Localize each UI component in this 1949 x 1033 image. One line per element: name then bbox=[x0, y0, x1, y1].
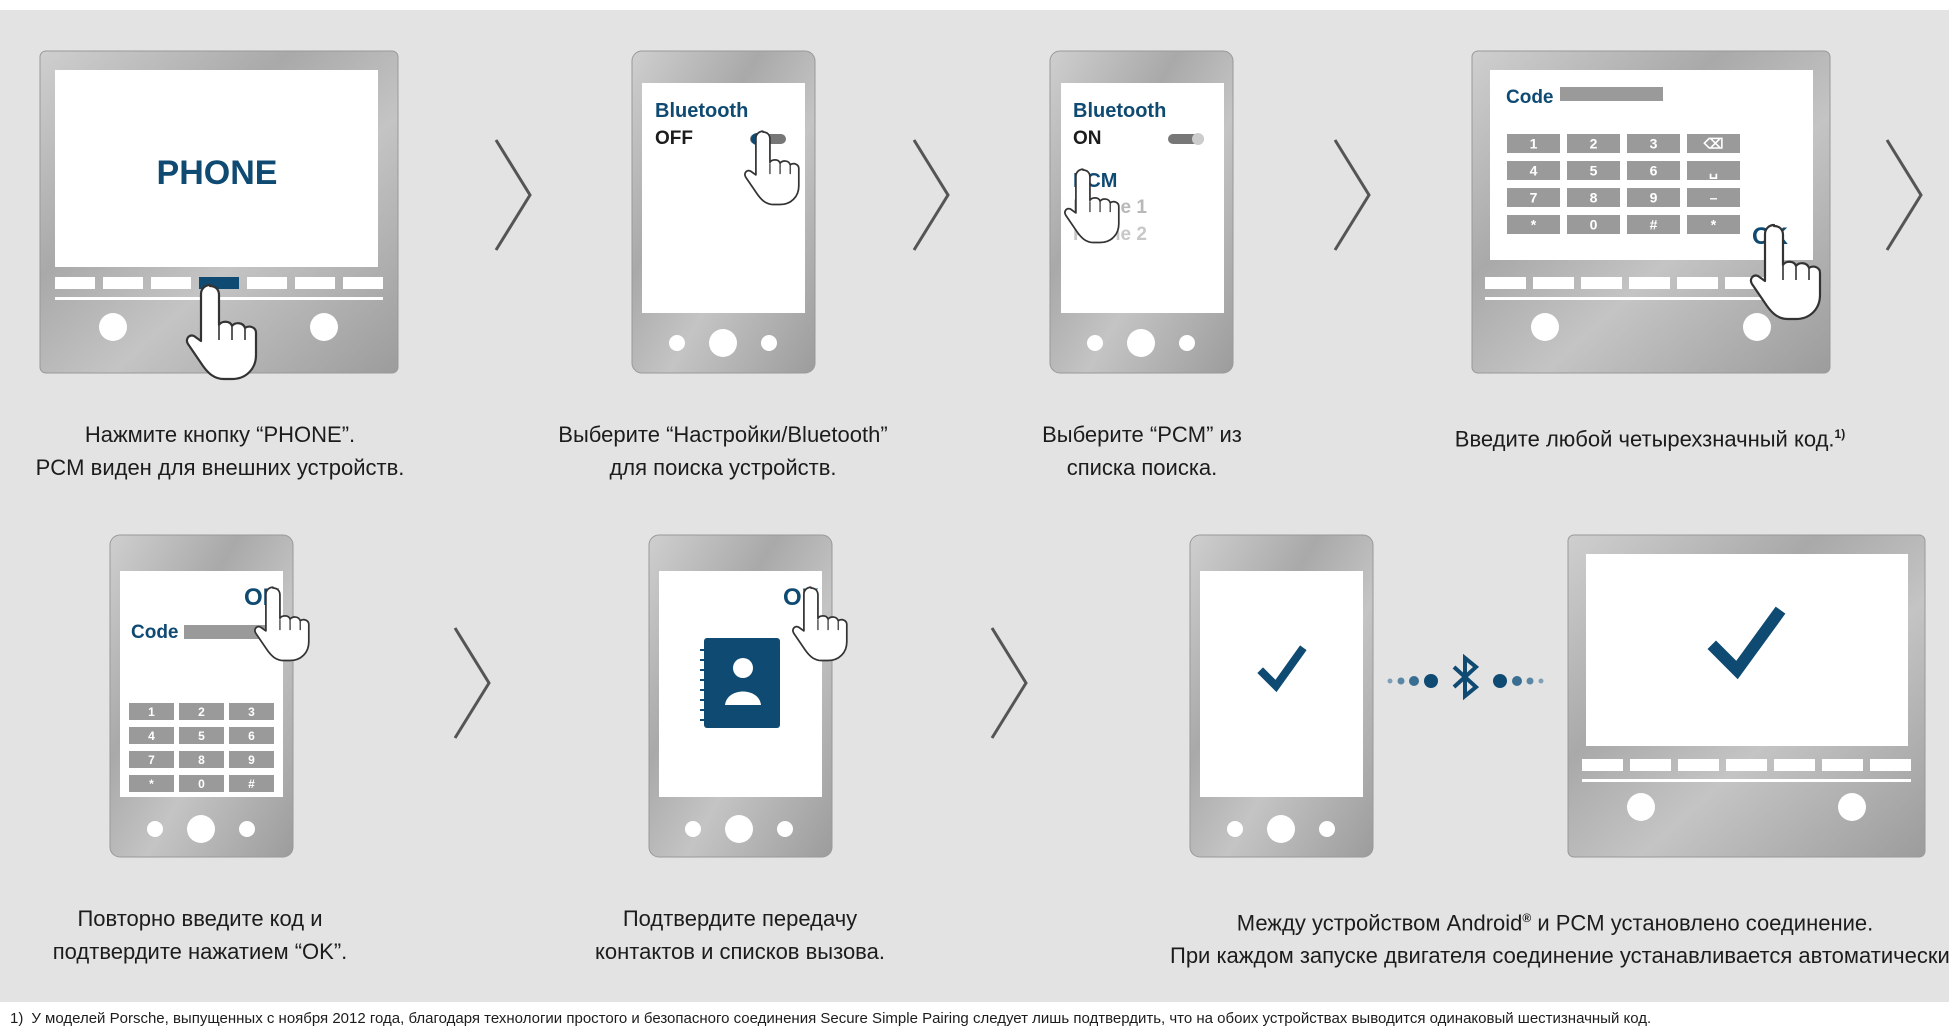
keypad-key-label: 8 bbox=[1590, 190, 1598, 206]
chevron-right-icon bbox=[494, 138, 532, 252]
caption-line: Между устройством Android bbox=[1236, 910, 1523, 936]
step1-pcm-unit: PHONE bbox=[39, 50, 399, 381]
footnote-ref: 1) bbox=[1834, 427, 1846, 441]
footnote-text: У моделей Porsche, выпущенных с ноября 2… bbox=[31, 1010, 1652, 1027]
keypad-key-label: 2 bbox=[198, 705, 205, 719]
chevron-right-icon bbox=[990, 626, 1028, 740]
keypad-key-label: 4 bbox=[148, 729, 155, 743]
step1-screen-title: PHONE bbox=[157, 154, 278, 192]
caption-line: Выберите “PCM” из bbox=[1042, 422, 1242, 447]
keypad-key-label: * bbox=[1531, 217, 1537, 233]
keypad-key-label: 6 bbox=[1650, 163, 1658, 179]
contacts-book-icon bbox=[700, 638, 780, 728]
step4-pcm-unit: Code 123⌫456␣789–*0#* OK bbox=[1471, 50, 1831, 374]
chevron-right-icon bbox=[1333, 138, 1371, 252]
caption-line: Повторно введите код и bbox=[77, 906, 323, 931]
keypad-key-label: 4 bbox=[1530, 163, 1538, 179]
step7-caption: Между устройством Android® и PCM установ… bbox=[1170, 902, 1949, 972]
keypad-key-label: 6 bbox=[248, 729, 255, 743]
caption-line: При каждом запуске двигателя соединение … bbox=[1170, 943, 1949, 969]
bluetooth-connection bbox=[1387, 653, 1544, 701]
keypad-key-label: ⌫ bbox=[1703, 136, 1724, 152]
caption-line: для поиска устройств. bbox=[609, 455, 837, 480]
caption-line: PCM виден для внешних устройств. bbox=[35, 455, 405, 480]
step6-smartphone: OK bbox=[648, 534, 848, 858]
step4-code-field bbox=[1560, 87, 1663, 101]
keypad-key-label: 7 bbox=[1530, 190, 1538, 206]
keypad-key-label: 1 bbox=[1530, 136, 1538, 152]
caption-line: Нажмите кнопку “PHONE”. bbox=[84, 422, 356, 447]
keypad-key-label: 9 bbox=[1650, 190, 1658, 206]
step2-caption: Выберите “Настройки/Bluetooth” для поиск… bbox=[523, 418, 923, 484]
caption-line: подтвердите нажатием “OK”. bbox=[52, 939, 348, 964]
keypad-key-label: 2 bbox=[1590, 136, 1598, 152]
step7-smartphone bbox=[1189, 534, 1374, 858]
keypad-key-label: 9 bbox=[248, 753, 255, 767]
step3-caption: Выберите “PCM” из списка поиска. bbox=[992, 418, 1292, 484]
keypad-key-label: 3 bbox=[1650, 136, 1658, 152]
keypad-key-label: * bbox=[1711, 217, 1717, 233]
chevron-right-icon bbox=[1885, 138, 1923, 252]
keypad-key-label: 8 bbox=[198, 753, 205, 767]
caption-line: Введите любой четырехзначный код. bbox=[1454, 426, 1835, 452]
keypad-key-label: 0 bbox=[1590, 217, 1598, 233]
step2-bluetooth-label: Bluetooth bbox=[655, 100, 748, 122]
step5-code-label: Code bbox=[131, 622, 179, 643]
step5-caption: Повторно введите код и подтвердите нажат… bbox=[20, 902, 380, 968]
keypad-key-label: 5 bbox=[198, 729, 205, 743]
keypad-key-label: 0 bbox=[198, 777, 205, 791]
step2-smartphone: Bluetooth OFF bbox=[631, 50, 816, 374]
keypad-key-label: 5 bbox=[1590, 163, 1598, 179]
keypad-key-label: – bbox=[1710, 190, 1718, 206]
diagram-artwork: PHONE Bluetooth OFF Bluetooth ON PCM 1 2… bbox=[39, 50, 1926, 858]
chevron-right-icon bbox=[912, 138, 950, 252]
chevron-right-icon bbox=[453, 626, 491, 740]
step5-smartphone: OK Code 1 2 34 5 67 8 9* 0 # bbox=[109, 534, 310, 858]
caption-line: контактов и списков вызова. bbox=[595, 939, 885, 964]
keypad-key-label: # bbox=[248, 777, 255, 791]
caption-line: Выберите “Настройки/Bluetooth” bbox=[558, 422, 888, 447]
bluetooth-icon bbox=[1452, 653, 1480, 701]
right-knob bbox=[310, 313, 338, 341]
step7-pcm-unit bbox=[1567, 534, 1926, 858]
caption-line: и PCM установлено соединение. bbox=[1531, 910, 1874, 936]
step3-bluetooth-label: Bluetooth bbox=[1073, 100, 1166, 122]
footnote: 1) У моделей Porsche, выпущенных с ноября… bbox=[10, 1010, 1940, 1027]
step1-caption: Нажмите кнопку “PHONE”. PCM виден для вн… bbox=[20, 418, 420, 484]
step3-on-label: ON bbox=[1073, 128, 1102, 149]
step3-smartphone: Bluetooth ON PCM Phone 1 Phone 2 bbox=[1049, 50, 1234, 374]
step2-off-label: OFF bbox=[655, 128, 693, 149]
footnote-marker: 1) bbox=[10, 1010, 24, 1027]
step6-caption: Подтвердите передачу контактов и списков… bbox=[560, 902, 920, 968]
caption-line: Подтвердите передачу bbox=[622, 906, 858, 931]
left-knob bbox=[99, 313, 127, 341]
keypad-key-label: 1 bbox=[148, 705, 155, 719]
step4-code-label: Code bbox=[1506, 87, 1554, 108]
keypad-key-label: 7 bbox=[148, 753, 155, 767]
registered-mark: ® bbox=[1522, 911, 1532, 925]
caption-line: списка поиска. bbox=[1066, 455, 1218, 480]
keypad-key-label: 3 bbox=[248, 705, 255, 719]
keypad-key-label: # bbox=[1650, 217, 1658, 233]
keypad-key-label: * bbox=[149, 777, 154, 791]
step4-caption: Введите любой четырехзначный код.1) bbox=[1430, 418, 1870, 455]
keypad-key-label: ␣ bbox=[1709, 163, 1718, 180]
